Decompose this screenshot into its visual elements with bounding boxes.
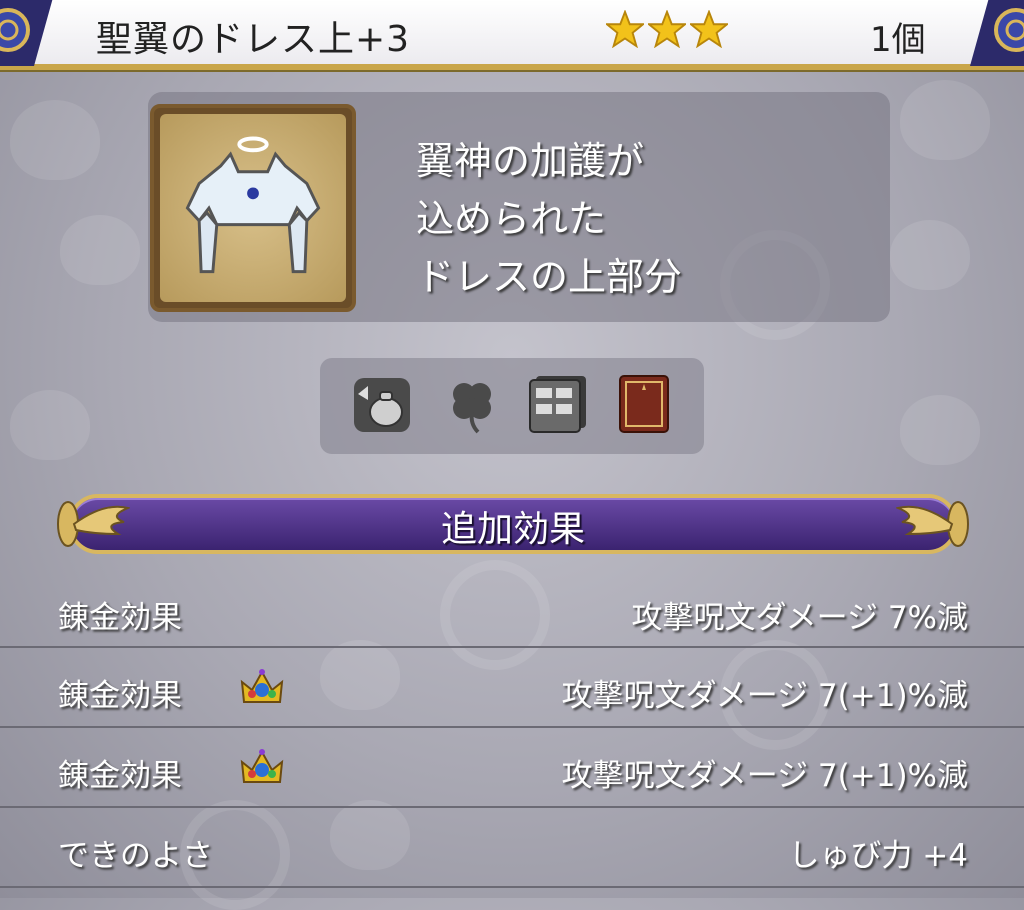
item-name: 聖翼のドレス上+3 (96, 19, 411, 60)
effect-row: 錬金効果 攻撃呪文ダメージ 7%減 (0, 570, 1024, 648)
dress-top-icon (185, 136, 321, 274)
book-icon[interactable] (612, 372, 676, 436)
corner-ornament-icon (0, 0, 53, 66)
star-icon (606, 10, 644, 48)
effect-value: 攻撃呪文ダメージ 7(+1)%減 (561, 758, 968, 794)
wing-ornament-icon (896, 501, 969, 547)
description-line: 込められた (416, 197, 607, 241)
section-banner: 追加効果 (54, 490, 972, 558)
star-icon (648, 10, 686, 48)
effect-label: できのよさ (58, 838, 213, 874)
effect-row: 錬金効果 攻撃呪文ダメージ 7(+1)%減 (0, 728, 1024, 808)
description-line: ドレスの上部分 (416, 255, 683, 299)
effect-label: 錬金効果 (58, 758, 182, 794)
effect-value: しゅび力 +4 (788, 838, 968, 874)
section-title: 追加効果 (440, 509, 585, 550)
star-icon (690, 10, 728, 48)
crown-icon (240, 749, 284, 783)
item-image-frame (150, 104, 356, 312)
effect-row: 錬金効果 攻撃呪文ダメージ 7(+1)%減 (0, 648, 1024, 728)
corner-ornament-icon (970, 0, 1024, 66)
item-header: 聖翼のドレス上+3 1個 (0, 0, 1024, 70)
effect-value: 攻撃呪文ダメージ 7(+1)%減 (561, 678, 968, 714)
description-line: 翼神の加護が (416, 139, 645, 183)
crown-icon (240, 669, 284, 703)
item-count: 1個 (870, 20, 926, 60)
effect-row: できのよさ しゅび力 +4 (0, 808, 1024, 888)
effects-list: 錬金効果 攻撃呪文ダメージ 7%減 錬金効果 攻撃呪文ダメージ 7(+1)%減 … (0, 570, 1024, 888)
effect-label: 錬金効果 (58, 600, 182, 636)
effect-value: 攻撃呪文ダメージ 7%減 (631, 600, 968, 636)
effect-label: 錬金効果 (58, 678, 182, 714)
rarity-stars (606, 10, 728, 48)
item-description: 翼神の加護が 込められた ドレスの上部分 (416, 132, 682, 306)
clover-icon[interactable] (440, 372, 504, 436)
sell-bag-icon[interactable] (350, 372, 414, 436)
storage-chest-icon[interactable] (524, 372, 588, 436)
